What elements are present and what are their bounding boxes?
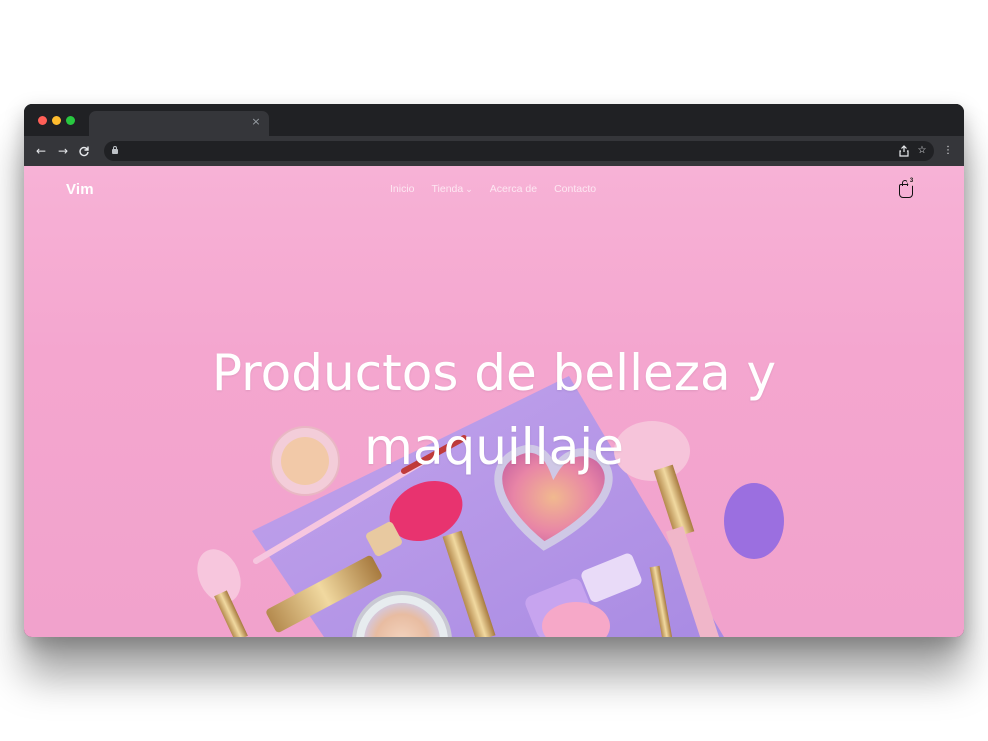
- title-bar: ×: [24, 104, 964, 136]
- menu-icon[interactable]: ⋮: [941, 143, 955, 159]
- forward-arrow-icon[interactable]: →: [55, 143, 71, 159]
- cart-count-badge: 3: [907, 177, 916, 186]
- hero-title-line-1: Productos de belleza y: [211, 344, 777, 402]
- browser-toolbar: ← → ☆ ⋮: [24, 136, 964, 166]
- share-icon[interactable]: [897, 143, 911, 159]
- site-logo[interactable]: Vim: [66, 181, 94, 198]
- browser-tab[interactable]: ×: [89, 111, 269, 136]
- maximize-window-button[interactable]: [66, 116, 75, 125]
- browser-window: × ← → ☆ ⋮ Vim Inicio Tienda ⌄ Acerca de …: [24, 104, 964, 637]
- hero-title: Productos de belleza y maquillaje: [194, 336, 794, 484]
- nav-item-acerca-de[interactable]: Acerca de: [490, 183, 537, 195]
- address-bar[interactable]: [104, 141, 934, 161]
- chevron-down-icon: ⌄: [465, 185, 473, 195]
- hero-section: Vim Inicio Tienda ⌄ Acerca de Contacto 3 …: [24, 166, 964, 637]
- main-nav: Inicio Tienda ⌄ Acerca de Contacto: [390, 183, 596, 195]
- cart-button[interactable]: 3: [898, 177, 916, 199]
- nav-item-tienda-label: Tienda: [431, 183, 464, 195]
- tab-close-icon[interactable]: ×: [249, 115, 263, 129]
- star-icon[interactable]: ☆: [915, 143, 929, 159]
- nav-item-contacto[interactable]: Contacto: [554, 183, 596, 195]
- lock-icon: [112, 146, 118, 154]
- nav-item-tienda[interactable]: Tienda ⌄: [432, 183, 473, 195]
- hero-title-line-2: maquillaje: [364, 418, 624, 476]
- close-window-button[interactable]: [38, 116, 47, 125]
- minimize-window-button[interactable]: [52, 116, 61, 125]
- nav-item-inicio[interactable]: Inicio: [390, 183, 415, 195]
- reload-icon[interactable]: [76, 143, 92, 159]
- back-arrow-icon[interactable]: ←: [33, 143, 49, 159]
